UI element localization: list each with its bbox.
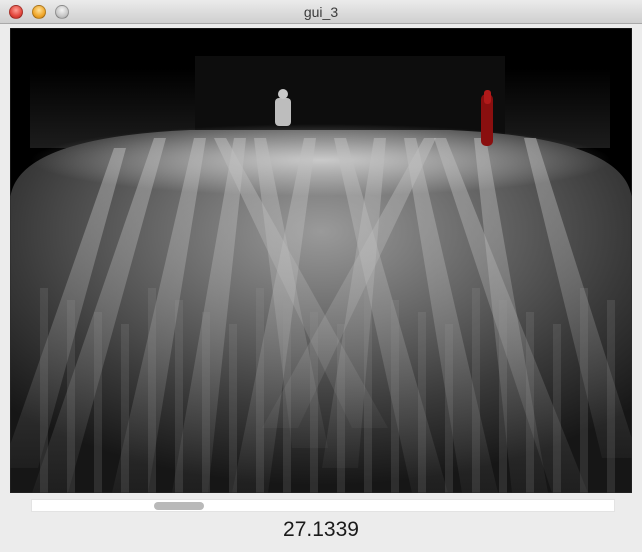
floor-streak bbox=[445, 324, 453, 493]
floor-streak bbox=[607, 300, 615, 493]
floor-streak bbox=[364, 288, 372, 493]
floor-streak bbox=[499, 300, 507, 493]
floor-streak bbox=[40, 288, 48, 493]
floor-streak bbox=[310, 312, 318, 493]
floor-streak bbox=[121, 324, 129, 493]
red-figure bbox=[481, 90, 493, 146]
render-viewport[interactable] bbox=[10, 28, 632, 493]
floor-streak bbox=[526, 312, 534, 493]
horizontal-slider[interactable] bbox=[31, 499, 615, 512]
scene-render bbox=[10, 28, 632, 493]
floor-streak bbox=[553, 324, 561, 493]
title-bar[interactable]: gui_3 bbox=[0, 0, 642, 24]
app-window: gui_3 27.1339 bbox=[0, 0, 642, 552]
floor-streak bbox=[580, 288, 588, 493]
floor-streak bbox=[202, 312, 210, 493]
slider-thumb[interactable] bbox=[154, 502, 204, 510]
floor-streak bbox=[175, 300, 183, 493]
floor-streak bbox=[67, 300, 75, 493]
floor-streak bbox=[418, 312, 426, 493]
floor-streak bbox=[337, 324, 345, 493]
floor-streak bbox=[283, 300, 291, 493]
value-readout: 27.1339 bbox=[283, 518, 359, 541]
floor-streak bbox=[229, 324, 237, 493]
floor-streak bbox=[148, 288, 156, 493]
floor-streak bbox=[94, 312, 102, 493]
window-title: gui_3 bbox=[303, 4, 339, 20]
floor-streak bbox=[391, 300, 399, 493]
floor-streak bbox=[256, 288, 264, 493]
floor-streak bbox=[472, 288, 480, 493]
